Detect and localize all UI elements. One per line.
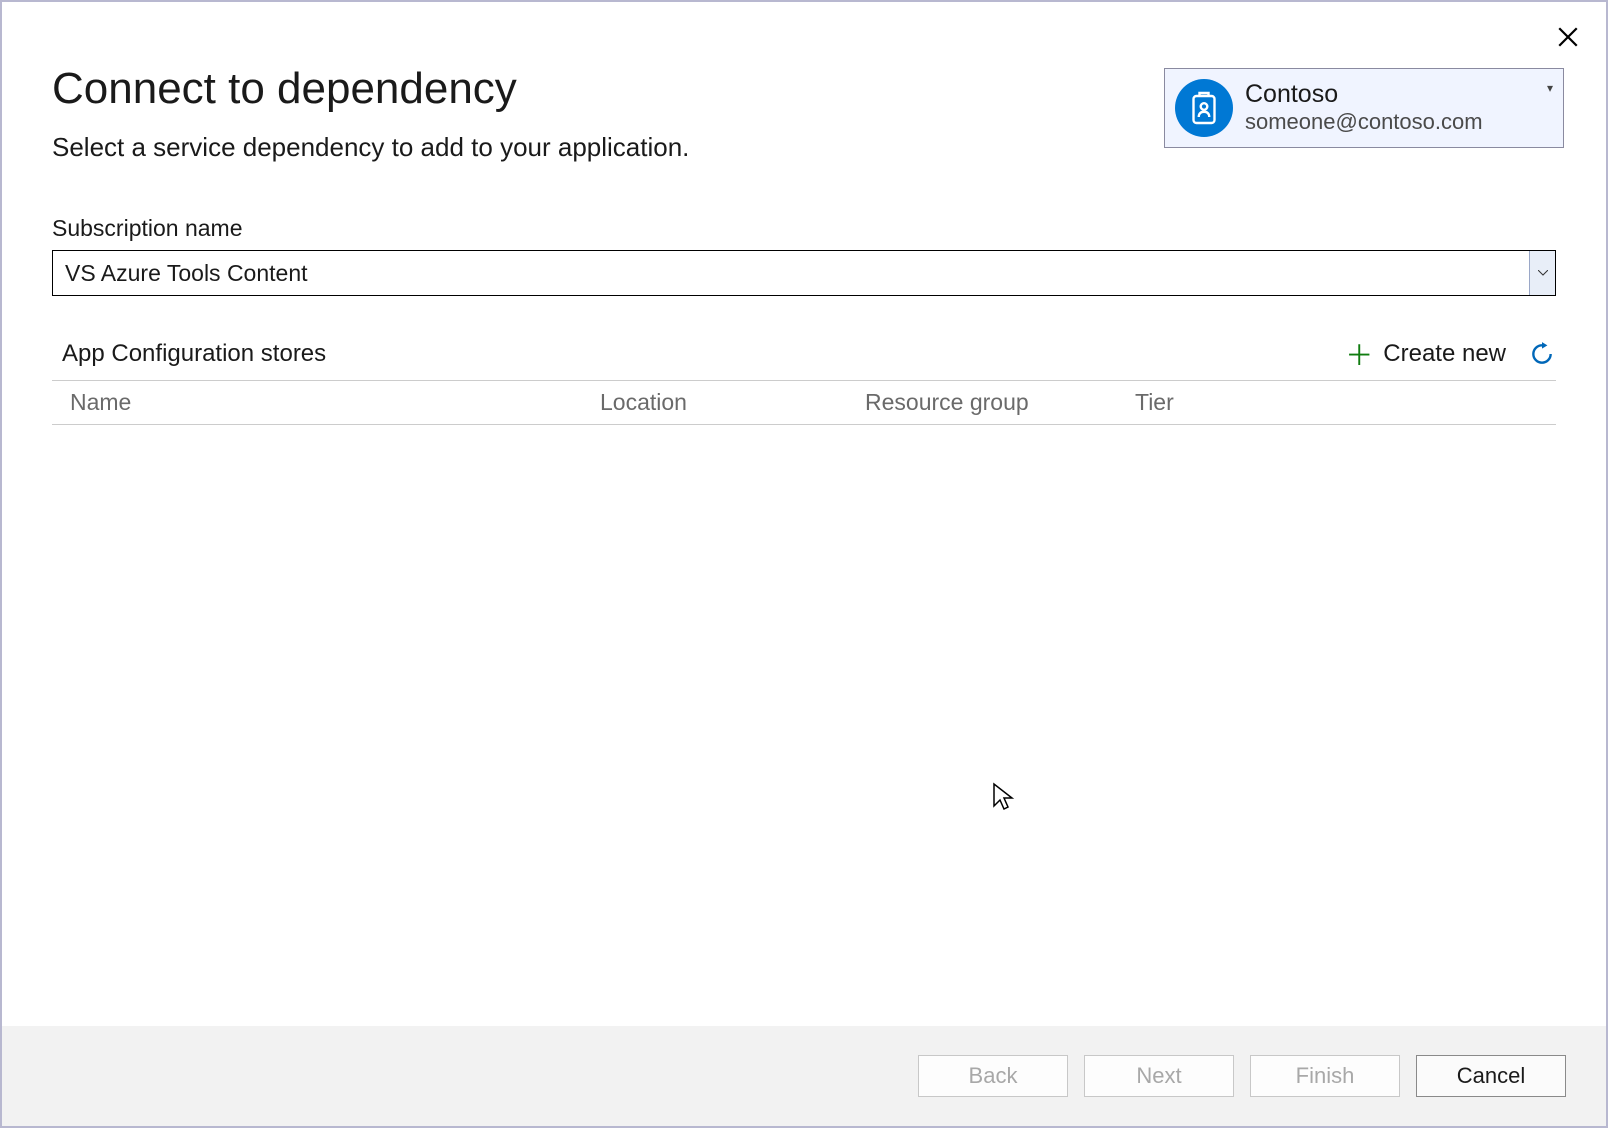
- subscription-value: VS Azure Tools Content: [53, 251, 1529, 295]
- create-new-button[interactable]: ＋ Create new: [1345, 334, 1506, 374]
- table-header: Name Location Resource group Tier: [52, 380, 1556, 425]
- finish-button: Finish: [1250, 1055, 1400, 1097]
- close-icon: [1558, 27, 1578, 47]
- cancel-button[interactable]: Cancel: [1416, 1055, 1566, 1097]
- dropdown-button[interactable]: [1529, 251, 1555, 295]
- dialog-footer: Back Next Finish Cancel: [2, 1026, 1606, 1126]
- create-new-label: Create new: [1383, 340, 1506, 368]
- account-name: Contoso: [1245, 81, 1547, 109]
- account-selector[interactable]: Contoso someone@contoso.com ▾: [1164, 68, 1564, 148]
- plus-icon: ＋: [1345, 334, 1373, 374]
- refresh-icon: [1529, 341, 1555, 367]
- next-button: Next: [1084, 1055, 1234, 1097]
- account-badge-icon: [1175, 79, 1233, 137]
- chevron-down-icon: [1538, 270, 1548, 276]
- close-button[interactable]: [1558, 24, 1578, 52]
- stores-table: Name Location Resource group Tier: [52, 380, 1556, 425]
- column-resource-group[interactable]: Resource group: [865, 389, 1135, 416]
- subscription-dropdown[interactable]: VS Azure Tools Content: [52, 250, 1556, 296]
- chevron-down-icon: ▾: [1547, 81, 1553, 95]
- subscription-label: Subscription name: [52, 215, 1556, 242]
- account-email: someone@contoso.com: [1245, 109, 1547, 135]
- column-name[interactable]: Name: [70, 389, 600, 416]
- account-text: Contoso someone@contoso.com: [1245, 81, 1547, 135]
- back-button: Back: [918, 1055, 1068, 1097]
- refresh-button[interactable]: [1528, 340, 1556, 368]
- stores-section-title: App Configuration stores: [62, 340, 326, 368]
- column-location[interactable]: Location: [600, 389, 865, 416]
- column-tier[interactable]: Tier: [1135, 389, 1556, 416]
